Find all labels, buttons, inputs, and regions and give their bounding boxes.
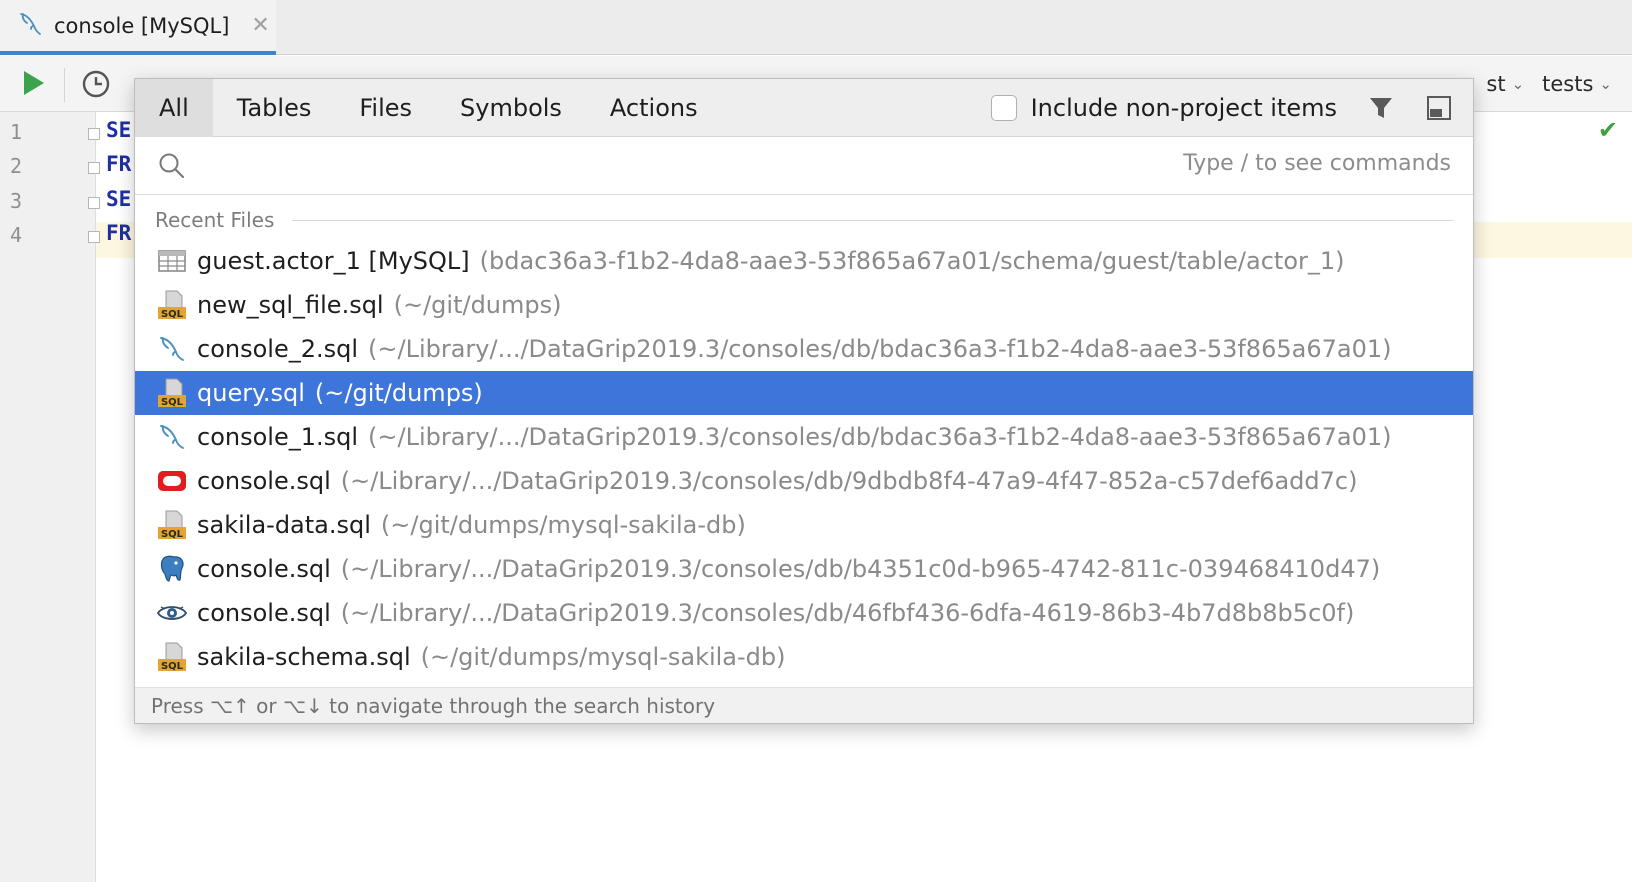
editor-tab-label: console [MySQL] [54, 13, 230, 38]
include-non-project-toggle[interactable]: Include non-project items [990, 94, 1337, 122]
fold-marker[interactable] [88, 231, 100, 243]
code-keyword: FR [106, 152, 132, 176]
result-row[interactable]: SQL new_sql_file.sql (~/git/dumps) [135, 283, 1473, 327]
search-everywhere-popup: All Tables Files Symbols Actions Include… [134, 78, 1474, 724]
section-title: Recent Files [155, 208, 275, 232]
eye-icon [157, 598, 187, 628]
tab-tables[interactable]: Tables [213, 79, 336, 137]
popup-tabs: All Tables Files Symbols Actions [135, 79, 722, 137]
sql-file-icon: SQL [157, 290, 187, 320]
fold-marker[interactable] [88, 197, 100, 209]
result-name: console_2.sql [197, 335, 359, 363]
line-number: 1 [10, 120, 23, 144]
schema-selector[interactable]: tests ⌄ [1542, 72, 1612, 96]
table-icon [157, 246, 187, 276]
fold-marker[interactable] [88, 128, 100, 140]
popup-header: All Tables Files Symbols Actions Include… [135, 79, 1473, 137]
include-non-project-checkbox[interactable] [990, 95, 1017, 121]
result-row[interactable]: console.sql (~/Library/.../DataGrip2019.3… [135, 459, 1473, 503]
result-name: new_sql_file.sql [197, 291, 384, 319]
sql-file-icon: SQL [157, 642, 187, 672]
results-list: guest.actor_1 [MySQL] (bdac36a3-f1b2-4da8… [135, 239, 1473, 679]
result-path: (bdac36a3-f1b2-4da8-aae3-53f865a67a01/sc… [479, 247, 1345, 275]
fold-marker[interactable] [88, 162, 100, 174]
code-keyword: FR [106, 221, 132, 245]
include-non-project-label: Include non-project items [1030, 94, 1337, 122]
editor-tab-console-mysql[interactable]: console [MySQL] ✕ [0, 0, 276, 55]
result-row[interactable]: console_2.sql (~/Library/.../DataGrip2019… [135, 327, 1473, 371]
search-row: Type / to see commands [135, 137, 1473, 195]
svg-text:SQL: SQL [161, 661, 184, 672]
tab-symbols[interactable]: Symbols [436, 79, 586, 137]
session-selector-label: st [1486, 72, 1506, 96]
mysql-dolphin-icon [18, 11, 42, 41]
result-name: console_1.sql [197, 423, 359, 451]
svg-text:SQL: SQL [161, 397, 184, 408]
search-hint: Type / to see commands [1183, 151, 1451, 176]
result-path: (~/Library/.../DataGrip2019.3/consoles/d… [340, 467, 1358, 495]
checkmark-icon: ✔ [1597, 116, 1618, 144]
chevron-down-icon: ⌄ [1599, 75, 1612, 93]
result-path: (~/git/dumps) [314, 379, 483, 407]
pin-window-icon[interactable] [1425, 94, 1453, 122]
result-row[interactable]: console.sql (~/Library/.../DataGrip2019.3… [135, 591, 1473, 635]
result-path: (~/Library/.../DataGrip2019.3/consoles/d… [368, 423, 1392, 451]
tab-all[interactable]: All [135, 79, 213, 137]
result-name: console.sql [197, 467, 331, 495]
result-path: (~/Library/.../DataGrip2019.3/consoles/d… [340, 599, 1355, 627]
chevron-down-icon: ⌄ [1511, 75, 1525, 93]
result-row[interactable]: console.sql (~/Library/.../DataGrip2019.3… [135, 547, 1473, 591]
editor-tab-bar: console [MySQL] ✕ [0, 0, 1632, 55]
result-row[interactable]: SQL sakila-schema.sql (~/git/dumps/mysql-s… [135, 635, 1473, 679]
result-row[interactable]: console_1.sql (~/Library/.../DataGrip2019… [135, 415, 1473, 459]
result-name: sakila-data.sql [197, 511, 371, 539]
code-keyword: SE [106, 118, 132, 142]
postgresql-elephant-icon [157, 554, 187, 584]
tab-files[interactable]: Files [335, 79, 436, 137]
close-icon[interactable]: ✕ [251, 13, 269, 38]
toolbar-separator [64, 68, 65, 102]
result-name: query.sql [197, 379, 305, 407]
svg-text:SQL: SQL [161, 529, 184, 540]
tab-actions[interactable]: Actions [586, 79, 722, 137]
footer-hint: Press ⌥↑ or ⌥↓ to navigate through the s… [151, 693, 716, 718]
search-input[interactable] [199, 147, 1199, 185]
svg-text:SQL: SQL [161, 309, 184, 320]
play-icon[interactable] [18, 68, 48, 98]
result-path: (~/git/dumps) [393, 291, 562, 319]
result-name: guest.actor_1 [MySQL] [197, 247, 470, 275]
oracle-icon [157, 466, 187, 496]
mysql-dolphin-icon [157, 422, 187, 452]
code-keyword: SE [106, 187, 132, 211]
result-row[interactable]: SQL sakila-data.sql (~/git/dumps/mysql-sak… [135, 503, 1473, 547]
result-path: (~/git/dumps/mysql-sakila-db) [380, 511, 746, 539]
popup-header-controls: Include non-project items [990, 79, 1453, 137]
line-number: 2 [10, 154, 23, 178]
sql-file-icon: SQL [157, 378, 187, 408]
result-row[interactable]: SQL query.sql (~/git/dumps) [135, 371, 1473, 415]
recent-files-section-header: Recent Files [155, 205, 1453, 235]
result-path: (~/git/dumps/mysql-sakila-db) [420, 643, 786, 671]
result-name: sakila-schema.sql [197, 643, 411, 671]
line-number: 3 [10, 189, 23, 213]
popup-footer: Press ⌥↑ or ⌥↓ to navigate through the s… [135, 687, 1473, 723]
editor-gutter: 1 2 3 4 [0, 112, 100, 882]
result-row[interactable]: guest.actor_1 [MySQL] (bdac36a3-f1b2-4da8… [135, 239, 1473, 283]
toolbar-right-group: st ⌄ tests ⌄ [1486, 68, 1612, 100]
result-path: (~/Library/.../DataGrip2019.3/consoles/d… [368, 335, 1392, 363]
search-icon [157, 151, 187, 181]
line-number: 4 [10, 223, 23, 247]
result-name: console.sql [197, 555, 331, 583]
filter-icon[interactable] [1367, 94, 1395, 122]
result-name: console.sql [197, 599, 331, 627]
session-selector[interactable]: st ⌄ [1486, 72, 1524, 96]
clock-icon[interactable] [80, 68, 112, 100]
schema-selector-label: tests [1542, 72, 1594, 96]
mysql-dolphin-icon [157, 334, 187, 364]
section-divider [292, 219, 1453, 221]
result-path: (~/Library/.../DataGrip2019.3/consoles/d… [340, 555, 1381, 583]
sql-file-icon: SQL [157, 510, 187, 540]
